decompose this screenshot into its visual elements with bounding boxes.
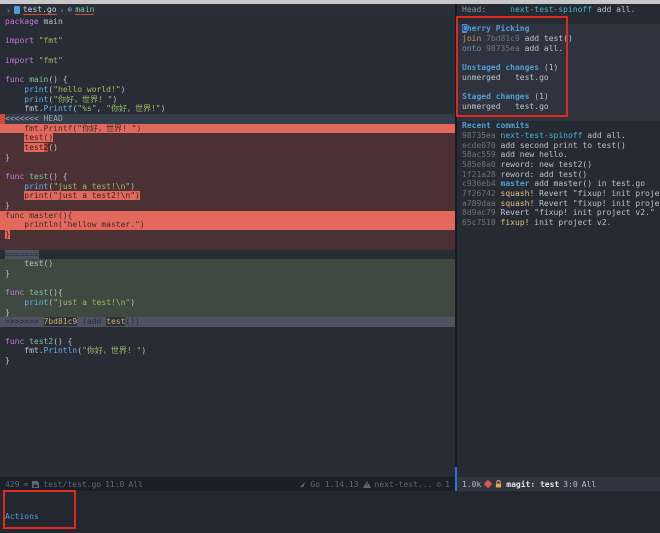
git-icon xyxy=(484,480,492,488)
cursor-position: 3:0 xyxy=(563,480,577,489)
scroll-indicator: All xyxy=(128,480,142,489)
cursor-position: 11:0 xyxy=(105,480,124,489)
code-line: func test() { xyxy=(0,172,455,182)
rocket-icon xyxy=(299,481,306,488)
emacs-frame: › test.go › ⊕ main package main import "f… xyxy=(0,0,660,533)
magit-line[interactable]: ecde070 add second print to test() xyxy=(457,141,660,151)
code-line: func main() { xyxy=(0,75,455,85)
editor-window: › test.go › ⊕ main package main import "f… xyxy=(0,4,455,491)
code-line: print("你好，世界! ") xyxy=(0,95,455,105)
code-line: fmt.Println("你好，世界! ") xyxy=(0,346,455,356)
code-line: test() xyxy=(0,133,455,143)
code-line: func master(){ xyxy=(0,211,455,221)
link-icon: ∞ xyxy=(23,480,28,489)
breadcrumb-chevron: › xyxy=(6,6,11,15)
editor-modeline: 429 ∞ test/test.go 11:0 All Go 1.14.13 n… xyxy=(0,477,455,491)
symbol-method-icon: ⊕ xyxy=(67,6,72,14)
code-line: test2() xyxy=(0,143,455,153)
code-line: import "fmt" xyxy=(0,36,455,46)
magit-line[interactable]: Head: next-test-spinoff add all. xyxy=(457,5,660,15)
code-line xyxy=(0,279,455,289)
code-line: <<<<<<< HEAD xyxy=(0,114,455,124)
code-line: } xyxy=(0,308,455,318)
magit-modeline: 1.0k magit: test 3:0 All xyxy=(457,477,660,491)
magit-line[interactable]: 8d9ac79 Revert "fixup! init project v2." xyxy=(457,208,660,218)
buffer-size: 1.0k xyxy=(462,480,481,489)
scroll-indicator: All xyxy=(582,480,596,489)
buffer-name: magit: test xyxy=(506,480,559,489)
annotation-box-cherry-pick-section xyxy=(456,16,568,117)
magit-line[interactable]: Recent commits xyxy=(457,121,660,131)
code-line: print("just a test!\n") xyxy=(0,298,455,308)
code-line: >>>>>>> 7bd81c9 (add test()) xyxy=(0,317,455,327)
code-line: println("hellow master.") xyxy=(0,220,455,230)
magit-line[interactable]: 98735ea next-test-spinoff add all. xyxy=(457,131,660,141)
magit-line[interactable]: a789daa squash! Revert "fixup! init proj… xyxy=(457,199,660,209)
magit-line[interactable]: c936eb4 master add master() in test.go xyxy=(457,179,660,189)
transient-heading: Actions xyxy=(5,511,660,522)
code-line: } xyxy=(0,269,455,279)
magit-line[interactable]: 585e8a0 reword: new test2() xyxy=(457,160,660,170)
buffer-size: 429 xyxy=(5,480,19,489)
code-line: package main xyxy=(0,17,455,27)
code-line: print("just a test2!\n") xyxy=(0,191,455,201)
vcs-branch: next-test... xyxy=(375,480,433,489)
breadcrumb-symbol[interactable]: main xyxy=(75,5,94,15)
magit-line[interactable]: 58ac559 add new hello. xyxy=(457,150,660,160)
buffer-path: test/test.go xyxy=(43,480,101,489)
code-line xyxy=(0,27,455,37)
no-issues-icon: ⊘ xyxy=(436,480,441,489)
code-line: ======= xyxy=(0,250,455,260)
code-line xyxy=(0,65,455,75)
breadcrumb: › test.go › ⊕ main xyxy=(0,4,455,16)
lock-icon xyxy=(495,480,502,488)
code-line: import "fmt" xyxy=(0,56,455,66)
file-icon xyxy=(14,6,20,14)
breadcrumb-chevron: › xyxy=(60,6,65,15)
code-line: fmt.Printf("%s", "你好，世界!") xyxy=(0,104,455,114)
code-line: print("just a test!\n") xyxy=(0,182,455,192)
code-line: func test2() { xyxy=(0,337,455,347)
code-line: } xyxy=(0,201,455,211)
code-line: } xyxy=(0,356,455,366)
code-line: func test(){ xyxy=(0,288,455,298)
echo-area: Actions A Continue s Skip a Abort xyxy=(0,491,660,533)
code-line: } xyxy=(0,230,455,240)
code-line: } xyxy=(0,153,455,163)
save-icon xyxy=(32,481,39,488)
code-line: print("hello world!") xyxy=(0,85,455,95)
code-line xyxy=(0,162,455,172)
transient-menu: Actions A Continue s Skip a Abort xyxy=(0,491,660,533)
code-line: fmt.Printf("你好，世界! ") xyxy=(0,124,455,134)
breadcrumb-file[interactable]: test.go xyxy=(23,5,57,15)
magit-line[interactable]: 1f21a28 reword: add test() xyxy=(457,170,660,180)
code-line: test() xyxy=(0,259,455,269)
issue-count: 1 xyxy=(445,480,450,489)
code-line xyxy=(0,327,455,337)
code-line xyxy=(0,240,455,250)
magit-line[interactable]: 65c7510 fixup! init project v2. xyxy=(457,218,660,228)
magit-line[interactable]: 7f26742 squash! Revert "fixup! init proj… xyxy=(457,189,660,199)
annotation-box-actions-menu xyxy=(3,490,76,529)
code-buffer: package main import "fmt" import "fmt" func… xyxy=(0,16,455,366)
code-line xyxy=(0,46,455,56)
warning-icon xyxy=(363,481,371,488)
go-version: Go 1.14.13 xyxy=(310,480,358,489)
